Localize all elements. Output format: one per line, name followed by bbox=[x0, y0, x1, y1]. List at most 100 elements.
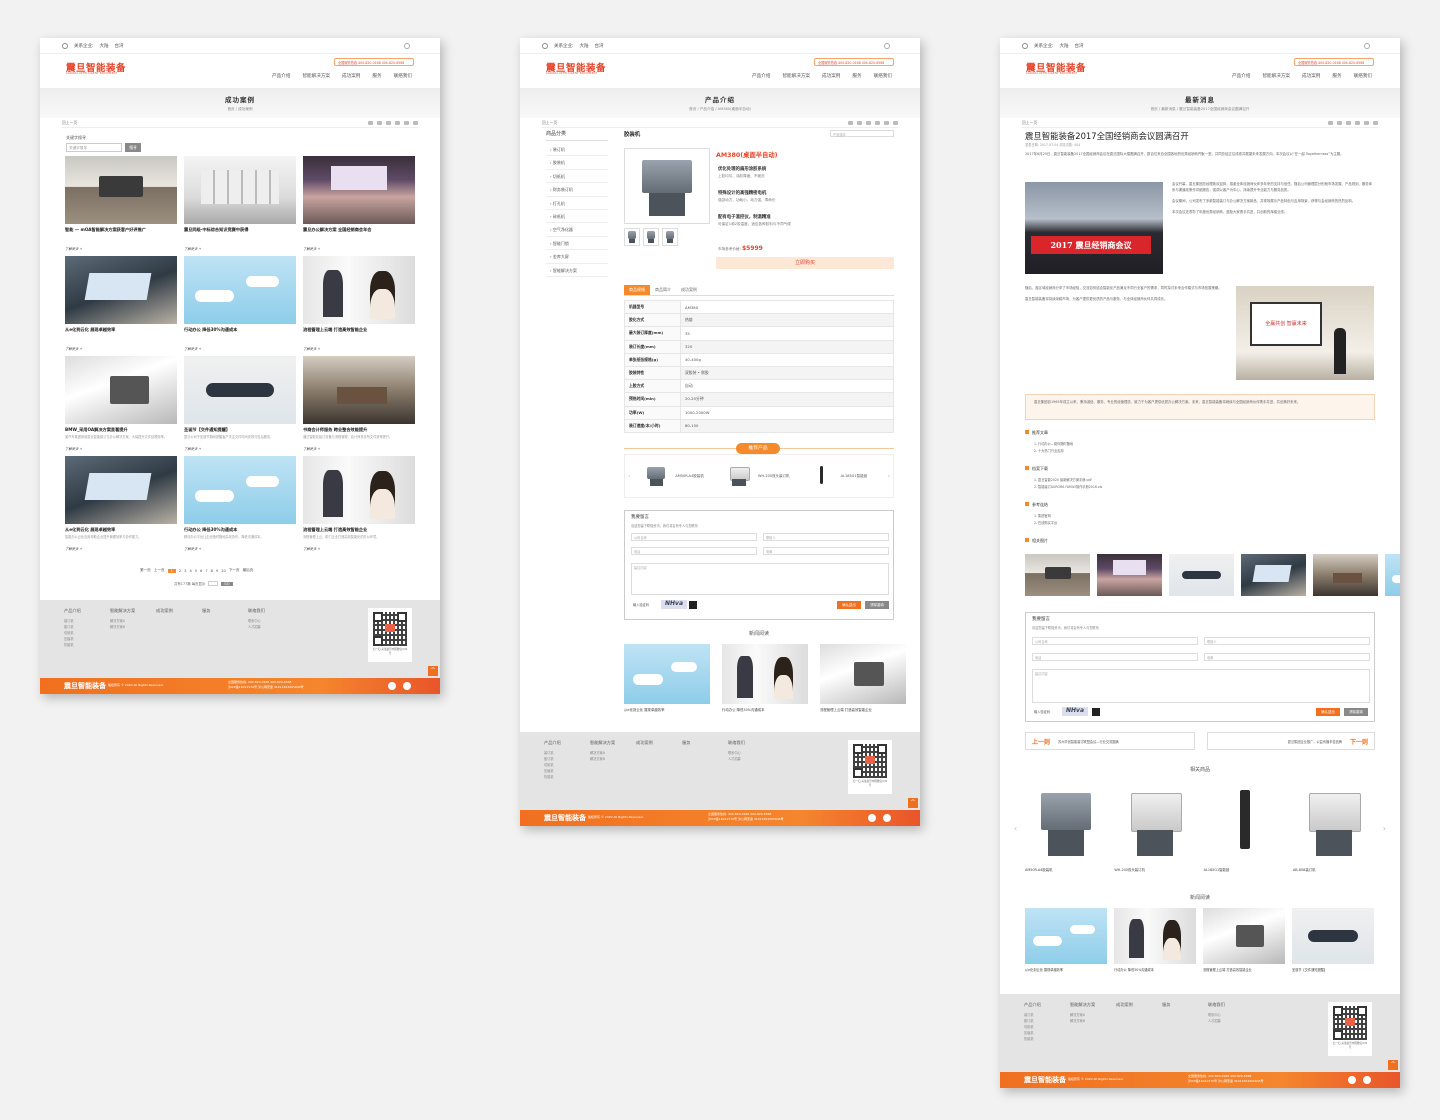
gallery-thumbnail[interactable] bbox=[1241, 554, 1306, 596]
footer-link[interactable]: 人才招募 bbox=[248, 624, 276, 630]
contact-field[interactable]: 联络人 bbox=[763, 533, 889, 541]
tab-specs[interactable]: 商品规格 bbox=[624, 285, 650, 295]
reset-button[interactable]: 清除重填 bbox=[865, 601, 889, 609]
tab-intro[interactable]: 商品简介 bbox=[650, 285, 676, 295]
read-more-link[interactable]: 了解更多 + bbox=[65, 346, 177, 351]
case-card[interactable]: 智能 — mOA智能解决方案获客户好评推广 了解更多 + bbox=[65, 156, 177, 251]
footer-link[interactable]: 人才招募 bbox=[728, 756, 756, 762]
read-more-link[interactable]: 了解更多 + bbox=[184, 546, 296, 551]
read-more-link[interactable]: 了解更多 + bbox=[303, 246, 415, 251]
nav-service[interactable]: 服务 bbox=[1332, 73, 1341, 79]
share-icon[interactable] bbox=[1337, 120, 1342, 125]
gallery-thumbnail[interactable] bbox=[1385, 554, 1400, 596]
news-image[interactable] bbox=[1025, 908, 1107, 964]
breadcrumb[interactable]: 首页 / 最新消息 / 震旦智能装备2017全国经销商会议圆满召开 bbox=[1000, 107, 1400, 112]
message-textarea[interactable]: 建议内容 bbox=[1032, 669, 1370, 703]
case-card[interactable]: 流程管理上云端 打造高效智能企业 流程管理上云，助力企业打造高效智能化的办公环境。… bbox=[303, 456, 415, 551]
page-link[interactable]: 5 bbox=[195, 569, 197, 573]
search-icon[interactable] bbox=[404, 43, 410, 49]
product-name[interactable]: WH-200双头装订机 bbox=[1114, 867, 1196, 872]
related-product[interactable]: AL185G1智能锁 bbox=[1203, 780, 1286, 872]
back-link[interactable]: 回上一页 bbox=[1022, 120, 1037, 126]
read-more-link[interactable]: 了解更多 + bbox=[184, 246, 296, 251]
product-search-input[interactable]: 产品搜寻 bbox=[830, 130, 894, 137]
page-link[interactable]: 第一页 bbox=[140, 568, 151, 573]
case-title[interactable]: 书商会计师服务 跨业整合效能提升 bbox=[303, 427, 415, 433]
region-taiwan[interactable]: 台湾 bbox=[595, 43, 604, 49]
prev-article[interactable]: 上一则 苏州华创智能装订联盟会议—行业交流圆满 bbox=[1025, 732, 1195, 750]
read-more-link[interactable]: 了解更多 + bbox=[65, 546, 177, 551]
weibo-icon[interactable] bbox=[388, 682, 396, 690]
case-card[interactable]: 行动办公 降低30%沟通成本 了解更多 + bbox=[184, 256, 296, 351]
nav-cases[interactable]: 成功案例 bbox=[342, 73, 360, 79]
region-taiwan[interactable]: 台湾 bbox=[115, 43, 124, 49]
case-image[interactable] bbox=[184, 456, 296, 524]
footer-heading[interactable]: 联络我们 bbox=[1208, 1002, 1236, 1008]
read-more-link[interactable]: 了解更多 + bbox=[65, 246, 177, 251]
page-link[interactable]: 3 bbox=[184, 569, 186, 573]
back-to-top-button[interactable]: ^ bbox=[1388, 1060, 1398, 1070]
product-name[interactable]: AL185G1智能锁 bbox=[1204, 867, 1286, 872]
news-image[interactable] bbox=[1203, 908, 1285, 964]
download-link[interactable]: 2. 智能装订AURORA FAMILY操作手册2016.xls bbox=[1034, 484, 1102, 489]
read-more-link[interactable]: 了解更多 + bbox=[303, 346, 415, 351]
product-image[interactable] bbox=[1292, 780, 1375, 864]
case-card[interactable]: 震旦同级·中标综合知识竞赛中获得 了解更多 + bbox=[184, 156, 296, 251]
case-card[interactable]: 流程管理上云端 打造高效智能企业 了解更多 + bbox=[303, 256, 415, 351]
news-item[interactable]: 从e化到云化 展现卓越效率 bbox=[624, 644, 710, 712]
weibo-icon[interactable] bbox=[386, 120, 391, 125]
news-item-title[interactable]: 圣诞节【交件通知提醒】 bbox=[1292, 967, 1374, 972]
page-link[interactable]: 2 bbox=[179, 569, 181, 573]
read-more-link[interactable]: 了解更多 + bbox=[184, 446, 296, 451]
email-field[interactable]: 电邮 bbox=[1204, 653, 1370, 661]
case-card[interactable]: 行动办公 降低30%沟通成本 移动办公平台让企业随时随地高效协作，降低沟通成本。了… bbox=[184, 456, 296, 551]
search-icon[interactable] bbox=[1364, 43, 1370, 49]
weibo-icon[interactable] bbox=[868, 814, 876, 822]
read-more-link[interactable]: 了解更多 + bbox=[65, 446, 177, 451]
case-title[interactable]: 圣诞节【交件通知提醒】 bbox=[184, 427, 296, 433]
read-more-link[interactable]: 了解更多 + bbox=[303, 546, 415, 551]
chevron-left-icon[interactable]: ‹ bbox=[1014, 824, 1017, 833]
submit-button[interactable]: 确认送出 bbox=[1316, 708, 1340, 716]
read-more-link[interactable]: 了解更多 + bbox=[303, 446, 415, 451]
news-image[interactable] bbox=[722, 644, 808, 704]
case-title[interactable]: 震旦办公解决方案 全国经销商会年会 bbox=[303, 227, 415, 233]
page-link[interactable]: 4 bbox=[189, 569, 191, 573]
wechat-icon[interactable] bbox=[403, 682, 411, 690]
print-icon[interactable] bbox=[404, 120, 409, 125]
nav-solutions[interactable]: 智能解决方案 bbox=[302, 73, 330, 79]
company-field[interactable]: 公司名称 bbox=[1032, 637, 1198, 645]
nav-contact[interactable]: 联络我们 bbox=[394, 73, 412, 79]
news-item-title[interactable]: 流程管理上云端 打造高效智能企业 bbox=[1203, 967, 1285, 972]
email-field[interactable]: 电邮 bbox=[763, 547, 889, 555]
mail-icon[interactable] bbox=[893, 120, 898, 125]
nav-service[interactable]: 服务 bbox=[852, 73, 861, 79]
footer-heading[interactable]: 联络我们 bbox=[248, 608, 276, 614]
sidebar-item[interactable]: › 碎纸机 bbox=[546, 210, 608, 224]
news-image[interactable] bbox=[1292, 908, 1374, 964]
case-card[interactable]: 震旦办公解决方案 全国经销商会年会 了解更多 + bbox=[303, 156, 415, 251]
go-button[interactable]: GO bbox=[221, 581, 233, 586]
weibo-icon[interactable] bbox=[1346, 120, 1351, 125]
gallery-thumbnail[interactable] bbox=[1313, 554, 1378, 596]
sidebar-item[interactable]: › 财务装订机 bbox=[546, 183, 608, 197]
case-title[interactable]: 流程管理上云端 打造高效智能企业 bbox=[303, 527, 415, 533]
page-link[interactable]: 8 bbox=[211, 569, 213, 573]
search-icon[interactable] bbox=[884, 43, 890, 49]
chevron-right-icon[interactable]: › bbox=[888, 473, 890, 480]
case-card[interactable]: 书商会计师服务 跨业整合效能提升 通过智能化装订设备与流程管理，会计师事务所文件效… bbox=[303, 356, 415, 451]
page-size-select[interactable] bbox=[208, 581, 219, 586]
case-image[interactable] bbox=[303, 256, 415, 324]
news-item[interactable]: 圣诞节【交件通知提醒】 bbox=[1292, 908, 1374, 972]
footer-heading[interactable]: 智能解决方案 bbox=[1070, 1002, 1098, 1008]
reference-link[interactable]: 2. 在线购买平台 bbox=[1034, 520, 1057, 525]
download-link[interactable]: 1. 震旦智能2020 最新解决方案手册.pdf bbox=[1034, 477, 1092, 482]
region-mainland[interactable]: 大陆 bbox=[1060, 43, 1069, 49]
print-icon[interactable] bbox=[884, 120, 889, 125]
news-item[interactable]: 流程管理上云端 打造高效智能企业 bbox=[820, 644, 906, 712]
nav-contact[interactable]: 联络我们 bbox=[874, 73, 892, 79]
product-image[interactable] bbox=[1025, 780, 1107, 864]
weibo-icon[interactable] bbox=[1348, 1076, 1356, 1084]
footer-link[interactable]: 热熔机 bbox=[1024, 1036, 1052, 1042]
case-card[interactable]: 从e化到云化 展现卓越效率 智能办公云化应用帮助企业提升管理效率与协作能力。 了解更… bbox=[65, 456, 177, 551]
